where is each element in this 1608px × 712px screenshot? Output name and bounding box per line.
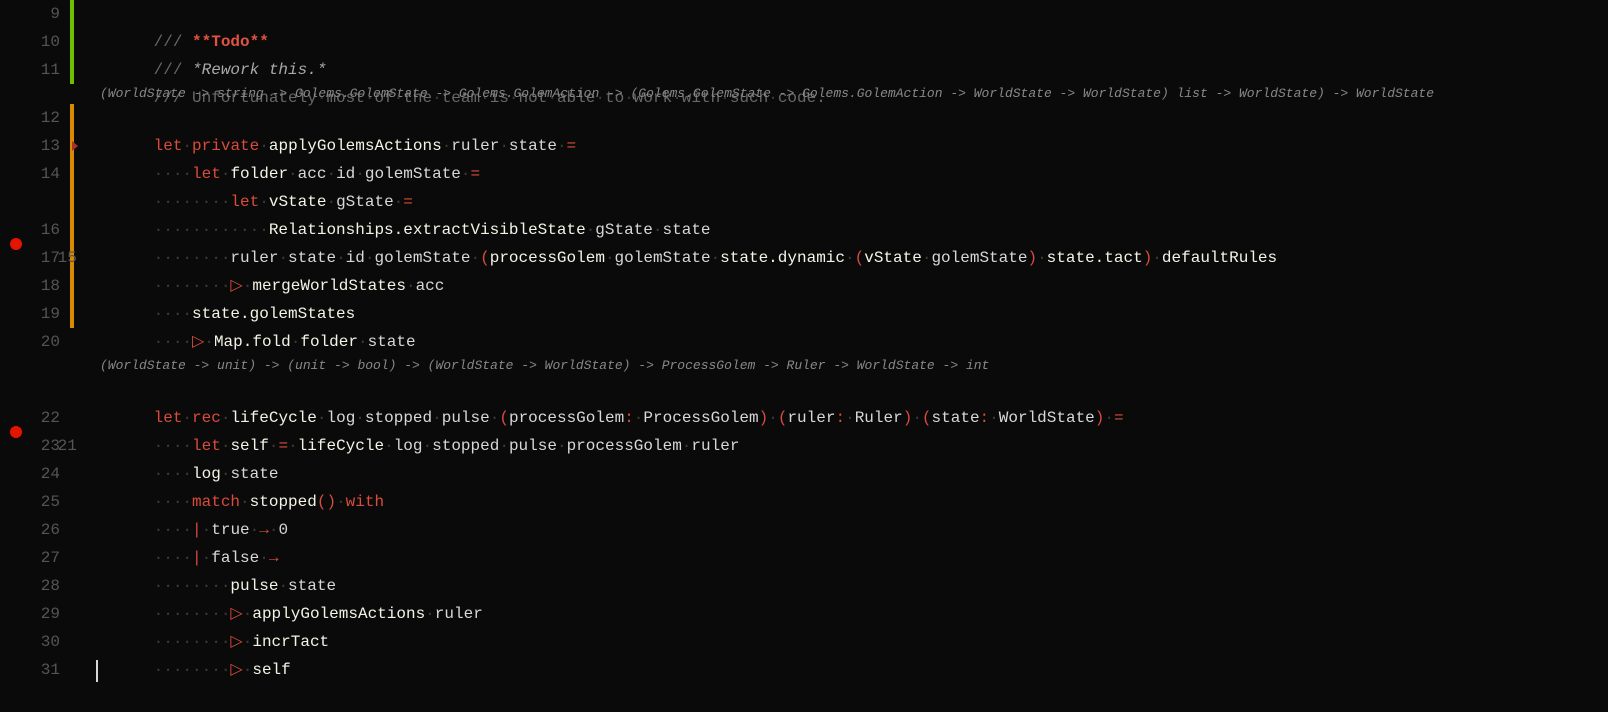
change-bar-icon xyxy=(70,28,74,56)
code-line[interactable]: 23 ····log·state xyxy=(0,432,1608,460)
text-cursor-icon xyxy=(96,660,98,682)
line-number: 12 xyxy=(0,104,70,132)
change-bar-icon xyxy=(70,300,74,328)
change-bar-icon xyxy=(70,272,74,300)
change-bar-icon xyxy=(70,160,74,188)
line-number: 19 xyxy=(0,300,70,328)
line-number: 28 xyxy=(0,572,70,600)
code-line[interactable]: 22 ····let·self·=·lifeCycle·log·stopped·… xyxy=(0,404,1608,432)
code-line[interactable]: 29 ········▷·incrTact xyxy=(0,600,1608,628)
codelens-hint: (WorldState -> unit) -> (unit -> bool) -… xyxy=(0,356,1608,376)
line-number: 25 xyxy=(0,488,70,516)
line-number: 30 xyxy=(0,628,70,656)
line-number: 10 xyxy=(0,28,70,56)
code-editor[interactable]: 9 /// **Todo** 10 /// *Rework this.* 11 … xyxy=(0,0,1608,684)
line-number: 23 xyxy=(0,432,70,460)
code-line[interactable]: 26 ····|·false·→ xyxy=(0,516,1608,544)
line-number: 31 xyxy=(0,656,70,684)
code-line[interactable]: 25 ····|·true·→·0 xyxy=(0,488,1608,516)
fold-marker-icon[interactable] xyxy=(72,141,78,151)
code-line[interactable]: 30 ········▷·self xyxy=(0,628,1608,656)
code-line[interactable]: 14 ········let·vState·gState·= xyxy=(0,160,1608,188)
code-line[interactable]: 13 ····let·folder·acc·id·golemState·= xyxy=(0,132,1608,160)
code-line[interactable]: 19 ····▷·Map.fold·folder·state xyxy=(0,300,1608,328)
change-bar-icon xyxy=(70,188,74,216)
line-number: 11 xyxy=(0,56,70,84)
line-number: 26 xyxy=(0,516,70,544)
line-number: 29 xyxy=(0,600,70,628)
code-line[interactable]: 10 /// *Rework this.* xyxy=(0,28,1608,56)
line-number: 9 xyxy=(0,0,70,28)
codelens-hint: (WorldState -> string -> Golems.GolemSta… xyxy=(0,84,1608,104)
change-bar-icon xyxy=(70,104,74,132)
code-line[interactable]: 21 let·rec·lifeCycle·log·stopped·pulse·(… xyxy=(0,376,1608,404)
change-bar-icon xyxy=(70,216,74,244)
code-line[interactable]: 9 /// **Todo** xyxy=(0,0,1608,28)
code-line[interactable]: 17 ········▷·mergeWorldStates·acc xyxy=(0,244,1608,272)
code-line[interactable]: 27 ········pulse·state xyxy=(0,544,1608,572)
line-number: 17 xyxy=(0,244,70,272)
code-line[interactable]: 11 /// Unfortunately·most·of·the·team·is… xyxy=(0,56,1608,84)
line-number: 18 xyxy=(0,272,70,300)
code-line[interactable]: 16 ········ruler·state·id·golemState·(pr… xyxy=(0,216,1608,244)
code-line[interactable]: 24 ····match·stopped()·with xyxy=(0,460,1608,488)
code-line[interactable]: 12 let·private·applyGolemsActions·ruler·… xyxy=(0,104,1608,132)
change-bar-icon xyxy=(70,56,74,84)
line-number: 24 xyxy=(0,460,70,488)
change-bar-icon xyxy=(70,0,74,28)
line-number: 13 xyxy=(0,132,70,160)
code-line[interactable]: 31 xyxy=(0,656,1608,684)
code-line[interactable]: 28 ········▷·applyGolemsActions·ruler xyxy=(0,572,1608,600)
line-number: 22 xyxy=(0,404,70,432)
code-line[interactable]: 18 ····state.golemStates xyxy=(0,272,1608,300)
line-number: 14 xyxy=(0,160,70,188)
line-number: 27 xyxy=(0,544,70,572)
line-number: 16 xyxy=(0,216,70,244)
code-line[interactable]: 20 xyxy=(0,328,1608,356)
code-line[interactable]: 15 ············Relationships.extractVisi… xyxy=(0,188,1608,216)
line-number: 20 xyxy=(0,328,70,356)
